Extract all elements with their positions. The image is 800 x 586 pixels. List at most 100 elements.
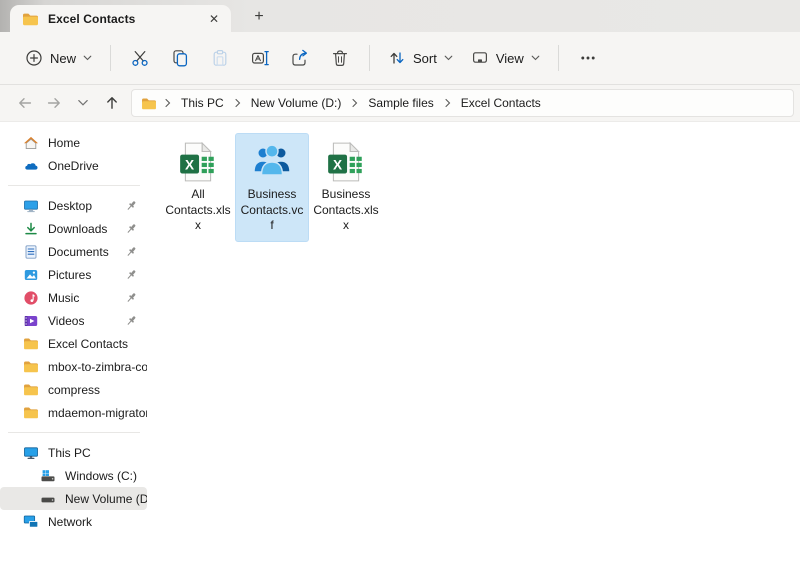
- new-button[interactable]: New: [16, 42, 101, 74]
- breadcrumb-item-drive[interactable]: New Volume (D:): [244, 92, 349, 114]
- address-bar: This PC New Volume (D:) Sample files Exc…: [0, 85, 800, 122]
- sidebar-item-label: compress: [48, 383, 100, 397]
- cut-button[interactable]: [120, 40, 160, 76]
- sidebar-item-music[interactable]: Music: [0, 286, 147, 309]
- file-name: Business Contacts.vcf: [239, 187, 305, 234]
- contacts-file-icon: [250, 142, 294, 182]
- pictures-icon: [23, 267, 39, 283]
- sidebar-item-mbox-folder[interactable]: mbox-to-zimbra-con: [0, 355, 147, 378]
- rename-button[interactable]: [240, 40, 280, 76]
- tab-strip: Excel Contacts ✕ +: [0, 0, 800, 32]
- pin-icon: [125, 222, 138, 235]
- network-icon: [23, 514, 39, 530]
- more-options-button[interactable]: [568, 40, 608, 76]
- sidebar-item-label: New Volume (D:): [65, 492, 147, 506]
- excel-file-icon: X: [325, 141, 367, 183]
- breadcrumb-item-sample-files[interactable]: Sample files: [361, 92, 440, 114]
- view-button-label: View: [496, 51, 524, 66]
- sidebar-item-label: mbox-to-zimbra-con: [48, 360, 147, 374]
- new-tab-button[interactable]: +: [246, 6, 272, 28]
- pin-icon: [125, 268, 138, 281]
- chevron-down-icon: [531, 55, 540, 61]
- breadcrumb-chevron-icon: [442, 98, 453, 108]
- main-area: Home OneDrive Desktop: [0, 122, 800, 586]
- sidebar-item-downloads[interactable]: Downloads: [0, 217, 147, 240]
- desktop-icon: [23, 198, 39, 214]
- share-icon: [290, 48, 310, 68]
- copy-button[interactable]: [160, 40, 200, 76]
- pin-icon: [125, 245, 138, 258]
- delete-button[interactable]: [320, 40, 360, 76]
- command-bar: New: [0, 32, 800, 85]
- recent-locations-button[interactable]: [68, 89, 97, 117]
- sort-button-label: Sort: [413, 51, 437, 66]
- file-name: All Contacts.xlsx: [165, 187, 231, 234]
- sidebar-item-label: Excel Contacts: [48, 337, 128, 351]
- folder-icon: [23, 406, 39, 419]
- view-icon: [471, 49, 489, 67]
- sidebar-item-documents[interactable]: Documents: [0, 240, 147, 263]
- sort-button[interactable]: Sort: [379, 42, 462, 74]
- sidebar-item-label: Videos: [48, 314, 84, 328]
- sidebar-item-onedrive[interactable]: OneDrive: [0, 154, 147, 177]
- sort-icon: [388, 49, 406, 67]
- paste-button[interactable]: [200, 40, 240, 76]
- sidebar-item-new-volume-d[interactable]: New Volume (D:): [0, 487, 147, 510]
- music-icon: [23, 290, 39, 306]
- breadcrumb-chevron-icon: [162, 98, 173, 108]
- back-icon: [17, 95, 33, 111]
- folder-icon: [22, 12, 39, 26]
- toolbar-separator: [369, 45, 370, 71]
- back-button[interactable]: [10, 89, 39, 117]
- sidebar-item-label: Windows (C:): [65, 469, 137, 483]
- plus-circle-icon: [25, 49, 43, 67]
- drive-icon: [40, 491, 56, 507]
- sidebar-item-mdaemon-folder[interactable]: mdaemon-migrator: [0, 401, 147, 424]
- breadcrumb[interactable]: This PC New Volume (D:) Sample files Exc…: [131, 89, 794, 117]
- tab-close-button[interactable]: ✕: [203, 9, 225, 29]
- sidebar-item-videos[interactable]: Videos: [0, 309, 147, 332]
- breadcrumb-item-this-pc[interactable]: This PC: [174, 92, 231, 114]
- share-button[interactable]: [280, 40, 320, 76]
- breadcrumb-item-excel-contacts[interactable]: Excel Contacts: [454, 92, 548, 114]
- breadcrumb-chevron-icon: [349, 98, 360, 108]
- sidebar-item-compress-folder[interactable]: compress: [0, 378, 147, 401]
- explorer-tab[interactable]: Excel Contacts ✕: [10, 5, 231, 32]
- folder-icon: [23, 360, 39, 373]
- pin-icon: [125, 291, 138, 304]
- folder-icon: [23, 337, 39, 350]
- sidebar-item-desktop[interactable]: Desktop: [0, 194, 147, 217]
- sidebar-separator: [8, 185, 140, 186]
- sidebar-item-excel-contacts-folder[interactable]: Excel Contacts: [0, 332, 147, 355]
- sidebar-item-pictures[interactable]: Pictures: [0, 263, 147, 286]
- sidebar-item-label: Pictures: [48, 268, 91, 282]
- sidebar-item-network[interactable]: Network: [0, 510, 147, 533]
- forward-icon: [46, 95, 62, 111]
- up-button[interactable]: [97, 89, 126, 117]
- view-button[interactable]: View: [462, 42, 549, 74]
- sidebar-item-windows-c[interactable]: Windows (C:): [0, 464, 147, 487]
- sidebar-item-this-pc[interactable]: This PC: [0, 441, 147, 464]
- new-button-label: New: [50, 51, 76, 66]
- sidebar-item-home[interactable]: Home: [0, 131, 147, 154]
- home-icon: [23, 135, 39, 151]
- pin-icon: [125, 314, 138, 327]
- file-business-contacts-vcf[interactable]: Business Contacts.vcf: [235, 133, 309, 242]
- pin-icon: [125, 199, 138, 212]
- file-business-contacts-xlsx[interactable]: X Business Contacts.xlsx: [309, 133, 383, 242]
- tab-title: Excel Contacts: [48, 12, 194, 26]
- sidebar-item-label: Documents: [48, 245, 109, 259]
- chevron-down-icon: [444, 55, 453, 61]
- up-icon: [104, 95, 120, 111]
- file-all-contacts-xlsx[interactable]: X All Contacts.xlsx: [161, 133, 235, 242]
- rename-icon: [250, 48, 270, 68]
- sidebar-item-label: Network: [48, 515, 92, 529]
- svg-text:X: X: [333, 157, 342, 172]
- excel-file-icon: X: [177, 141, 219, 183]
- windows-drive-icon: [40, 468, 56, 484]
- file-list: X All Contacts.xlsx: [150, 122, 800, 586]
- onedrive-icon: [23, 158, 39, 174]
- copy-icon: [170, 48, 190, 68]
- forward-button[interactable]: [39, 89, 68, 117]
- this-pc-icon: [23, 445, 39, 461]
